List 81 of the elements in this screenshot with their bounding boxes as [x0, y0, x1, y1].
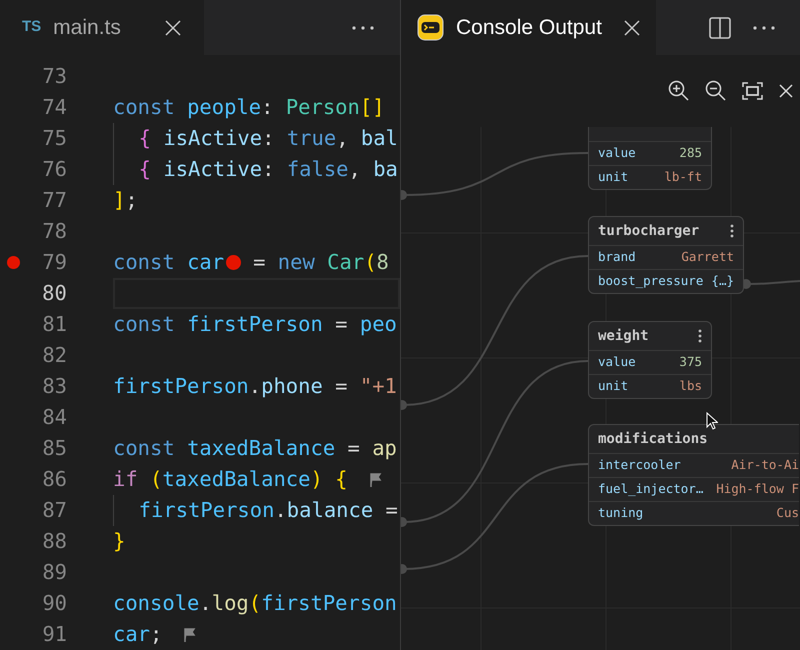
flag-icon — [184, 628, 196, 642]
code-text: firstPerson.phone = "+1 — [113, 373, 397, 400]
property-key: unit — [598, 377, 628, 396]
property-key: unit — [598, 168, 628, 187]
close-icon[interactable] — [779, 84, 793, 98]
line-number: 76 — [41, 156, 67, 184]
code-text: const people: Person[] — [113, 94, 385, 122]
node-title: modifications — [598, 430, 708, 448]
code-text: { isActive: false, ba — [138, 156, 398, 184]
code-text: = new Car(8 — [253, 249, 389, 276]
line-number: 84 — [41, 404, 67, 432]
line-number: 78 — [41, 218, 67, 246]
line-number: 79 — [41, 249, 67, 276]
close-icon[interactable] — [624, 20, 640, 36]
typescript-file-icon: TS — [22, 16, 42, 39]
mouse-cursor-icon — [706, 412, 718, 430]
property-key: value — [598, 144, 636, 163]
zoom-in-icon[interactable] — [668, 80, 689, 101]
code-text: firstPerson.balance = — [138, 497, 398, 524]
property-value: 375 — [679, 353, 702, 372]
line-number: 91 — [41, 621, 67, 648]
tab-label: Console Output — [456, 14, 602, 41]
breakpoint-icon[interactable] — [6, 256, 20, 269]
object-node[interactable]: weight value 375 unit lbs — [588, 321, 712, 399]
node-title: weight — [598, 326, 649, 346]
editor-tab[interactable]: TS main.ts — [0, 0, 204, 55]
kebab-menu-icon[interactable] — [730, 224, 734, 238]
line-number: 75 — [41, 125, 67, 152]
connector-line — [750, 280, 800, 285]
code-text: const taxedBalance = ap — [113, 435, 397, 462]
property-key: fuel_injector… — [598, 480, 704, 499]
property-value: Cus — [776, 504, 799, 522]
line-number: 88 — [41, 528, 67, 556]
more-icon[interactable] — [352, 26, 374, 30]
property-key: brand — [598, 248, 636, 267]
console-output-tab[interactable]: Console Output — [401, 0, 656, 55]
object-node[interactable]: modifications intercooler Air-to-Ai fuel_injector… High-flow F tuning Cus — [588, 424, 799, 526]
property-value: Air-to-Ai — [731, 456, 799, 474]
code-text: const firstPerson = peo — [113, 311, 397, 338]
line-number: 90 — [41, 590, 67, 618]
line-number: 74 — [41, 94, 67, 122]
line-number: 82 — [41, 342, 67, 370]
line-number: 73 — [41, 63, 67, 90]
inline-breakpoint-icon[interactable] — [226, 255, 242, 270]
fit-to-view-icon[interactable] — [742, 82, 763, 100]
node-title: turbocharger — [598, 222, 700, 240]
code-text: { isActive: true, bal — [138, 125, 398, 152]
property-key: boost_pressure — [598, 272, 704, 291]
code-text: console.log(firstPerson — [113, 590, 397, 618]
code-text: car; — [113, 621, 162, 648]
line-number: 77 — [41, 187, 67, 214]
tab-label: main.ts — [53, 14, 121, 41]
line-number: 86 — [41, 466, 67, 494]
code-text: const car — [113, 249, 224, 276]
property-value: High-flow F — [716, 480, 799, 498]
object-node[interactable]: value 285 unit lb-ft — [588, 127, 712, 190]
zoom-out-icon[interactable] — [705, 80, 726, 101]
line-number: 80 — [41, 280, 67, 308]
property-value: 285 — [679, 144, 702, 162]
property-key: intercooler — [598, 456, 681, 475]
line-number: 81 — [41, 311, 67, 338]
close-icon[interactable] — [164, 20, 181, 36]
code-text: } — [113, 528, 126, 556]
line-number: 89 — [41, 559, 67, 586]
property-key: value — [598, 353, 636, 372]
property-value: lbs — [679, 377, 702, 396]
property-value: Garrett — [681, 248, 734, 266]
object-node[interactable]: turbocharger brand Garrett boost_pressure {…} — [588, 216, 744, 294]
line-number: 87 — [41, 497, 67, 524]
property-value: {…} — [711, 272, 734, 290]
code-text: ]; — [113, 187, 138, 214]
kebab-menu-icon[interactable] — [698, 329, 702, 343]
more-icon[interactable] — [753, 26, 775, 30]
console-icon — [417, 14, 444, 41]
line-number: 85 — [41, 435, 67, 462]
property-value: lb-ft — [664, 168, 702, 186]
line-number: 83 — [41, 373, 67, 400]
property-key: tuning — [598, 504, 644, 523]
split-editor-icon[interactable] — [709, 16, 731, 38]
flag-icon — [370, 472, 382, 486]
code-text: if (taxedBalance) { — [113, 466, 348, 494]
